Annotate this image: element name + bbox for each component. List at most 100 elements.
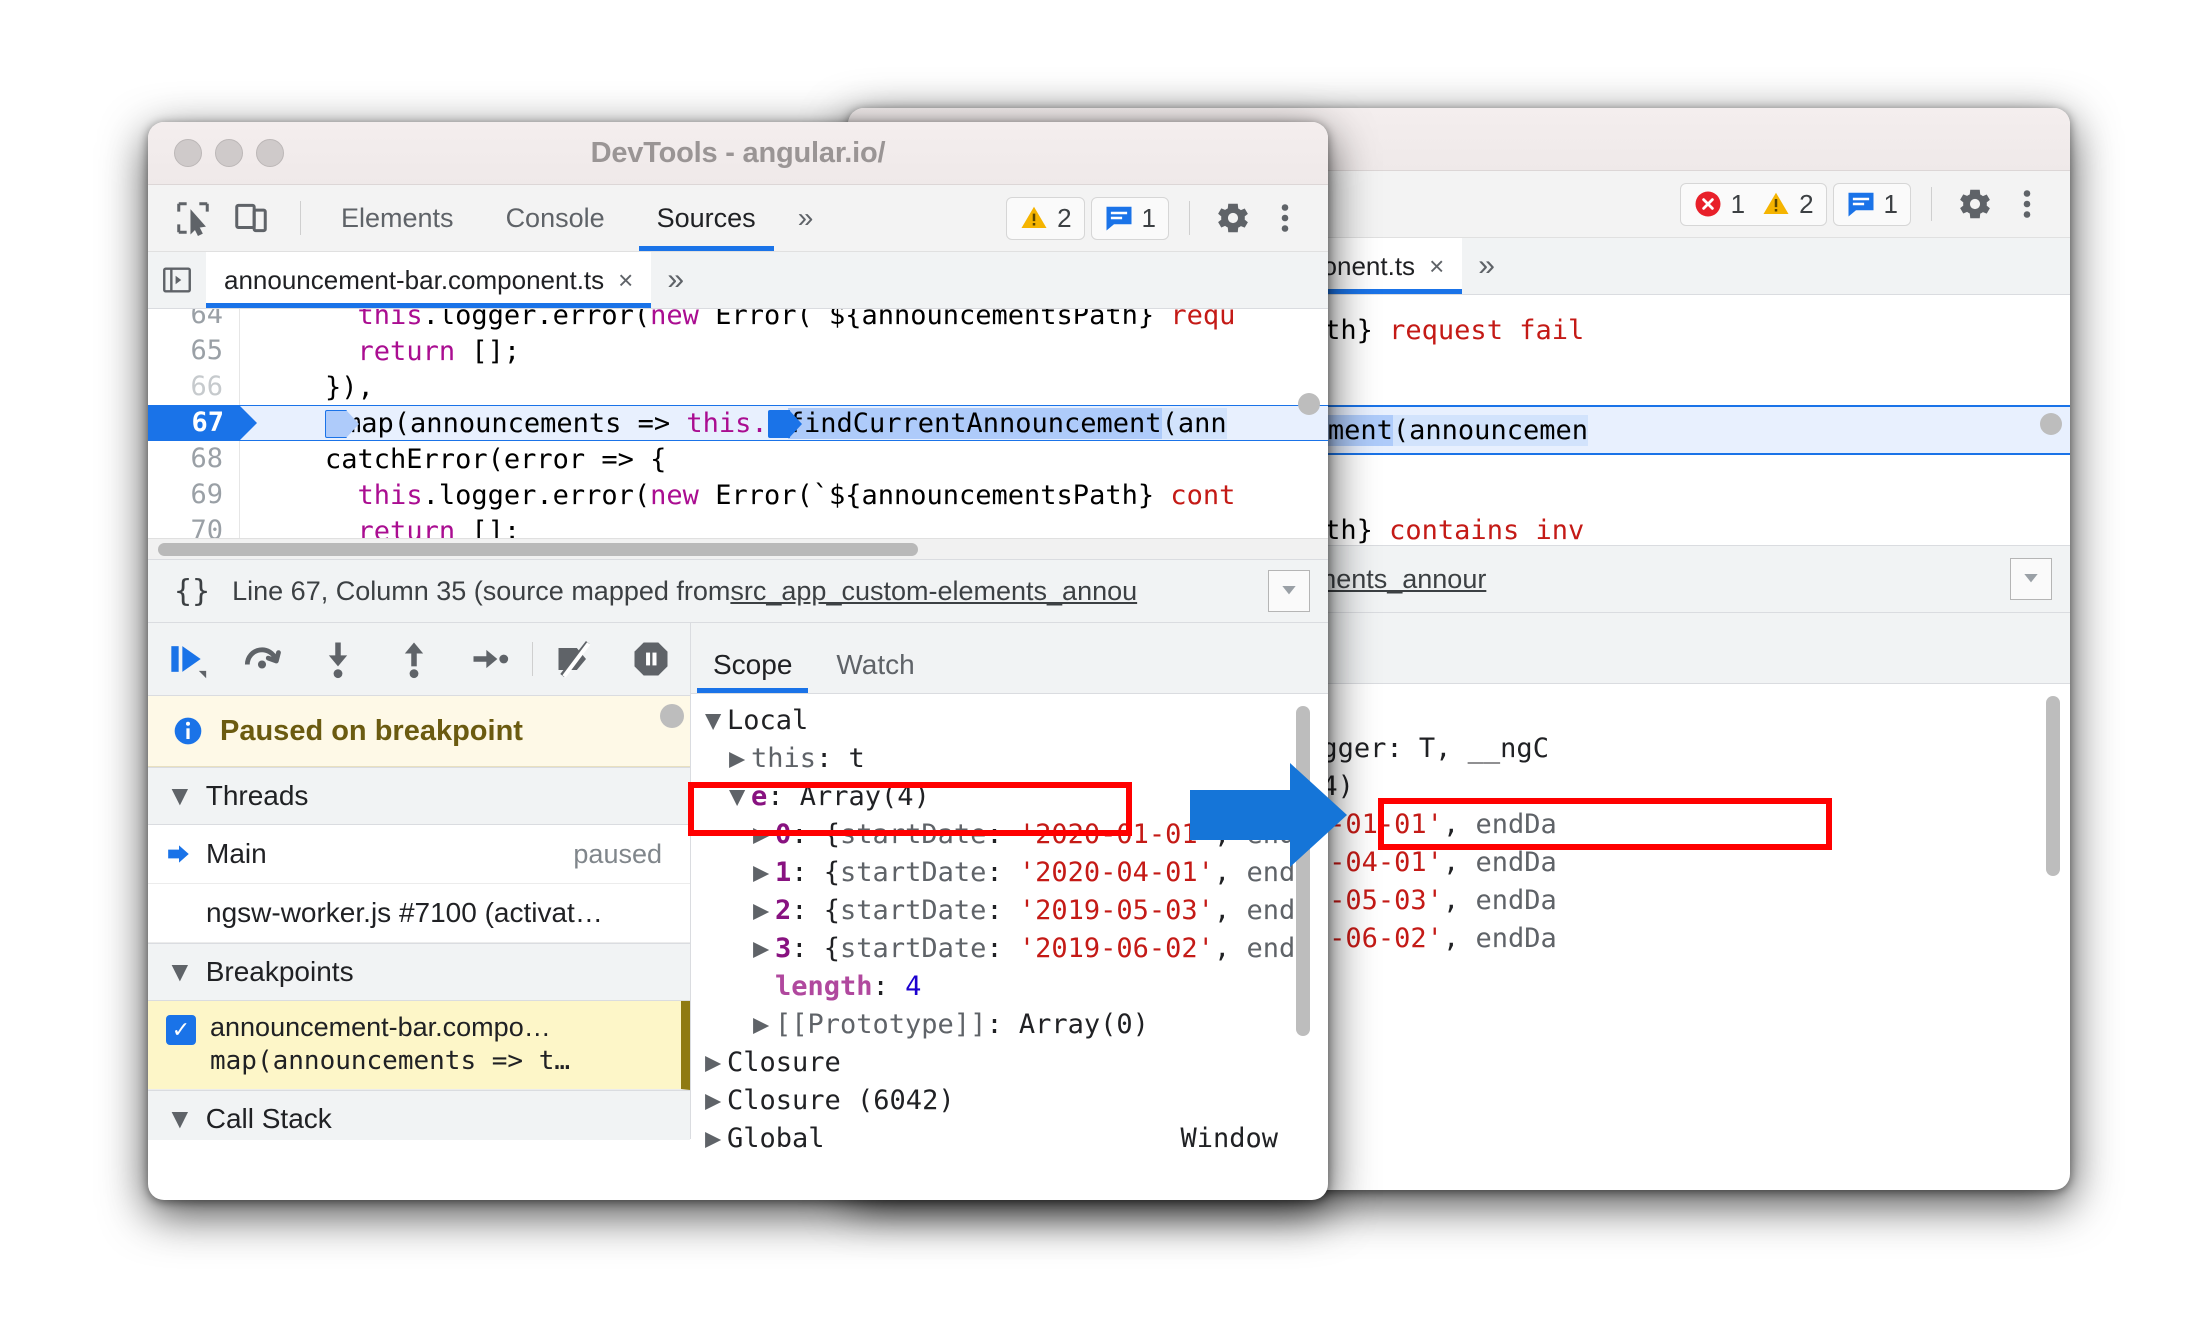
left-file-tabs-overflow-icon[interactable]: » bbox=[651, 252, 700, 308]
step-over-next-function-call-button[interactable] bbox=[224, 623, 300, 695]
left-tab-elements[interactable]: Elements bbox=[315, 185, 480, 251]
section-threads[interactable]: ▼ Threads bbox=[148, 767, 690, 825]
right-message-count: 1 bbox=[1883, 188, 1898, 219]
scope-row[interactable]: ▼Local bbox=[705, 702, 1328, 740]
left-debugger-sidebar: Paused on breakpoint ▼ Threads Main paus… bbox=[148, 623, 691, 1140]
left-gear-icon[interactable] bbox=[1210, 195, 1256, 241]
line-number: 69 bbox=[148, 477, 240, 513]
code-line-66: 66 }), bbox=[148, 369, 1328, 405]
threads-label: Threads bbox=[205, 780, 309, 811]
step-out-of-current-function-button[interactable] bbox=[376, 623, 452, 695]
pause-on-exceptions-button[interactable] bbox=[613, 623, 689, 695]
paused-on-breakpoint-banner: Paused on breakpoint bbox=[148, 696, 690, 767]
scope-row[interactable]: ▶ 3: {startDate: '2019-06-02', endD bbox=[705, 930, 1328, 968]
left-scope-pane: Scope Watch ▼ Local ▶ this: t ▼ e: Array(4)… bbox=[691, 623, 1328, 1148]
callstack-collapse-icon[interactable]: ▼ bbox=[166, 1103, 194, 1135]
section-call-stack[interactable]: ▼ Call Stack bbox=[148, 1089, 690, 1140]
scope-row[interactable]: ▶ Closure bbox=[705, 1044, 1328, 1082]
code-text: catchError(error => { bbox=[260, 443, 667, 475]
code-text: this.logger.error(new Error(`${announcem… bbox=[357, 309, 1236, 331]
code-line-68: 68 catchError(error => { bbox=[148, 441, 1328, 477]
thread-main-state: paused bbox=[573, 838, 662, 869]
left-tab-watch[interactable]: Watch bbox=[814, 649, 936, 693]
right-source-map-dropdown-icon[interactable] bbox=[2010, 558, 2052, 600]
line-number: 64 bbox=[148, 309, 240, 333]
breakpoint-snippet: map(announcements => t… bbox=[210, 1045, 571, 1076]
scope-row[interactable]: ▶ Closure (6042) bbox=[705, 1082, 1328, 1120]
message-icon bbox=[1106, 206, 1132, 231]
right-file-tab-close-icon[interactable]: × bbox=[1429, 251, 1444, 282]
section-breakpoints[interactable]: ▼ Breakpoints bbox=[148, 943, 690, 1001]
info-icon bbox=[174, 717, 202, 745]
left-tab-sources[interactable]: Sources bbox=[631, 185, 782, 251]
right-editor-scroll-thumb[interactable] bbox=[2040, 413, 2062, 435]
code-text: this.logger.error(new Error(`${announcem… bbox=[357, 479, 1236, 511]
breakpoints-label: Breakpoints bbox=[205, 956, 354, 987]
left-source-map-link[interactable]: src_app_custom-elements_annou bbox=[730, 576, 1137, 607]
left-source-map-dropdown-icon[interactable] bbox=[1268, 570, 1310, 612]
left-editor-hscrollbar[interactable] bbox=[148, 538, 1328, 559]
right-file-tabs-overflow-icon[interactable]: » bbox=[1462, 238, 1511, 294]
code-line-69: 69 this.logger.error(new Error(`${announ… bbox=[148, 477, 1328, 513]
breakpoint-checkbox[interactable]: ✓ bbox=[166, 1015, 196, 1045]
warning-icon bbox=[1763, 192, 1789, 214]
thread-row-main[interactable]: Main paused bbox=[148, 825, 690, 884]
scope-row[interactable]: ▶ 2: {startDate: '2019-05-03', endD bbox=[705, 892, 1328, 930]
code-line-64: 64 this.logger.error(new Error(`${announ… bbox=[148, 309, 1328, 333]
code-line-65: 65 return []; bbox=[148, 333, 1328, 369]
left-tab-scope[interactable]: Scope bbox=[691, 649, 814, 693]
left-tab-console[interactable]: Console bbox=[480, 185, 631, 251]
left-devtools-window: DevTools - angular.io/ Elements Console … bbox=[148, 122, 1328, 1200]
error-icon bbox=[1695, 191, 1721, 217]
left-warning-badge[interactable]: 2 bbox=[1006, 196, 1085, 240]
right-scope-scrollbar[interactable] bbox=[2046, 696, 2060, 876]
left-file-tab-close-icon[interactable]: × bbox=[618, 265, 633, 296]
code-text: }), bbox=[260, 371, 374, 403]
scope-row[interactable]: ▶ Global Window bbox=[705, 1120, 1328, 1148]
left-warning-count: 2 bbox=[1057, 202, 1072, 233]
threads-collapse-icon[interactable]: ▼ bbox=[166, 780, 194, 812]
left-file-tab-announcement-bar[interactable]: announcement-bar.component.ts × bbox=[206, 252, 652, 308]
step-into-next-function-call-button[interactable] bbox=[300, 623, 376, 695]
debugger-sidebar-content[interactable]: Paused on breakpoint ▼ Threads Main paus… bbox=[148, 696, 690, 1140]
left-code-editor[interactable]: 64 this.logger.error(new Error(`${announ… bbox=[148, 309, 1328, 559]
left-message-badge[interactable]: 1 bbox=[1090, 196, 1169, 240]
left-file-tab-strip: announcement-bar.component.ts × » bbox=[148, 252, 1328, 309]
right-error-warning-badge[interactable]: 1 2 bbox=[1679, 182, 1827, 226]
inspect-cursor-icon[interactable] bbox=[170, 195, 216, 241]
left-file-tab-label: announcement-bar.component.ts bbox=[224, 264, 605, 295]
left-more-tabs-icon[interactable]: » bbox=[782, 185, 830, 251]
left-three-dot-menu-icon[interactable] bbox=[1262, 195, 1308, 241]
right-three-dot-menu-icon[interactable] bbox=[2004, 181, 2050, 227]
left-message-count: 1 bbox=[1141, 202, 1156, 233]
left-editor-scroll-thumb[interactable] bbox=[1298, 393, 1320, 415]
left-toolbar-divider2 bbox=[1189, 201, 1190, 235]
thread-row-worker[interactable]: ngsw-worker.js #7100 (activat… bbox=[148, 884, 690, 943]
pretty-print-icon[interactable]: {} bbox=[148, 574, 232, 609]
show-navigator-icon[interactable] bbox=[148, 263, 206, 297]
left-editor-hscroll-thumb[interactable] bbox=[158, 543, 918, 556]
scope-row[interactable]: ▶ [[Prototype]]: Array(0) bbox=[705, 1006, 1328, 1044]
right-gear-icon[interactable] bbox=[1952, 181, 1998, 227]
left-tab-sources-label: Sources bbox=[656, 202, 756, 233]
breakpoint-row[interactable]: ✓ announcement-bar.compo… map(announceme… bbox=[148, 1001, 690, 1090]
callstack-label: Call Stack bbox=[205, 1102, 332, 1134]
thread-main-label: Main bbox=[206, 838, 267, 869]
device-toolbar-icon[interactable] bbox=[228, 195, 274, 241]
line-number: 65 bbox=[148, 333, 240, 369]
right-toolbar-divider bbox=[1931, 187, 1932, 221]
current-thread-arrow-icon bbox=[168, 845, 189, 863]
scope-row[interactable]: length: 4 bbox=[705, 968, 1328, 1006]
step-button[interactable] bbox=[452, 623, 528, 695]
paused-on-breakpoint-label: Paused on breakpoint bbox=[220, 714, 523, 747]
breakpoints-collapse-icon[interactable]: ▼ bbox=[166, 956, 194, 988]
left-tab-elements-label: Elements bbox=[341, 202, 454, 233]
left-scope-scrollbar[interactable] bbox=[1296, 706, 1310, 1036]
right-error-count: 1 bbox=[1730, 188, 1746, 219]
warning-icon bbox=[1021, 206, 1047, 228]
left-tab-scope-label: Scope bbox=[713, 649, 793, 680]
right-message-badge[interactable]: 1 bbox=[1832, 182, 1911, 226]
sidebar-scrollbar[interactable] bbox=[660, 704, 684, 728]
resume-script-execution-button[interactable] bbox=[148, 623, 224, 695]
deactivate-breakpoints-button[interactable] bbox=[537, 623, 613, 695]
